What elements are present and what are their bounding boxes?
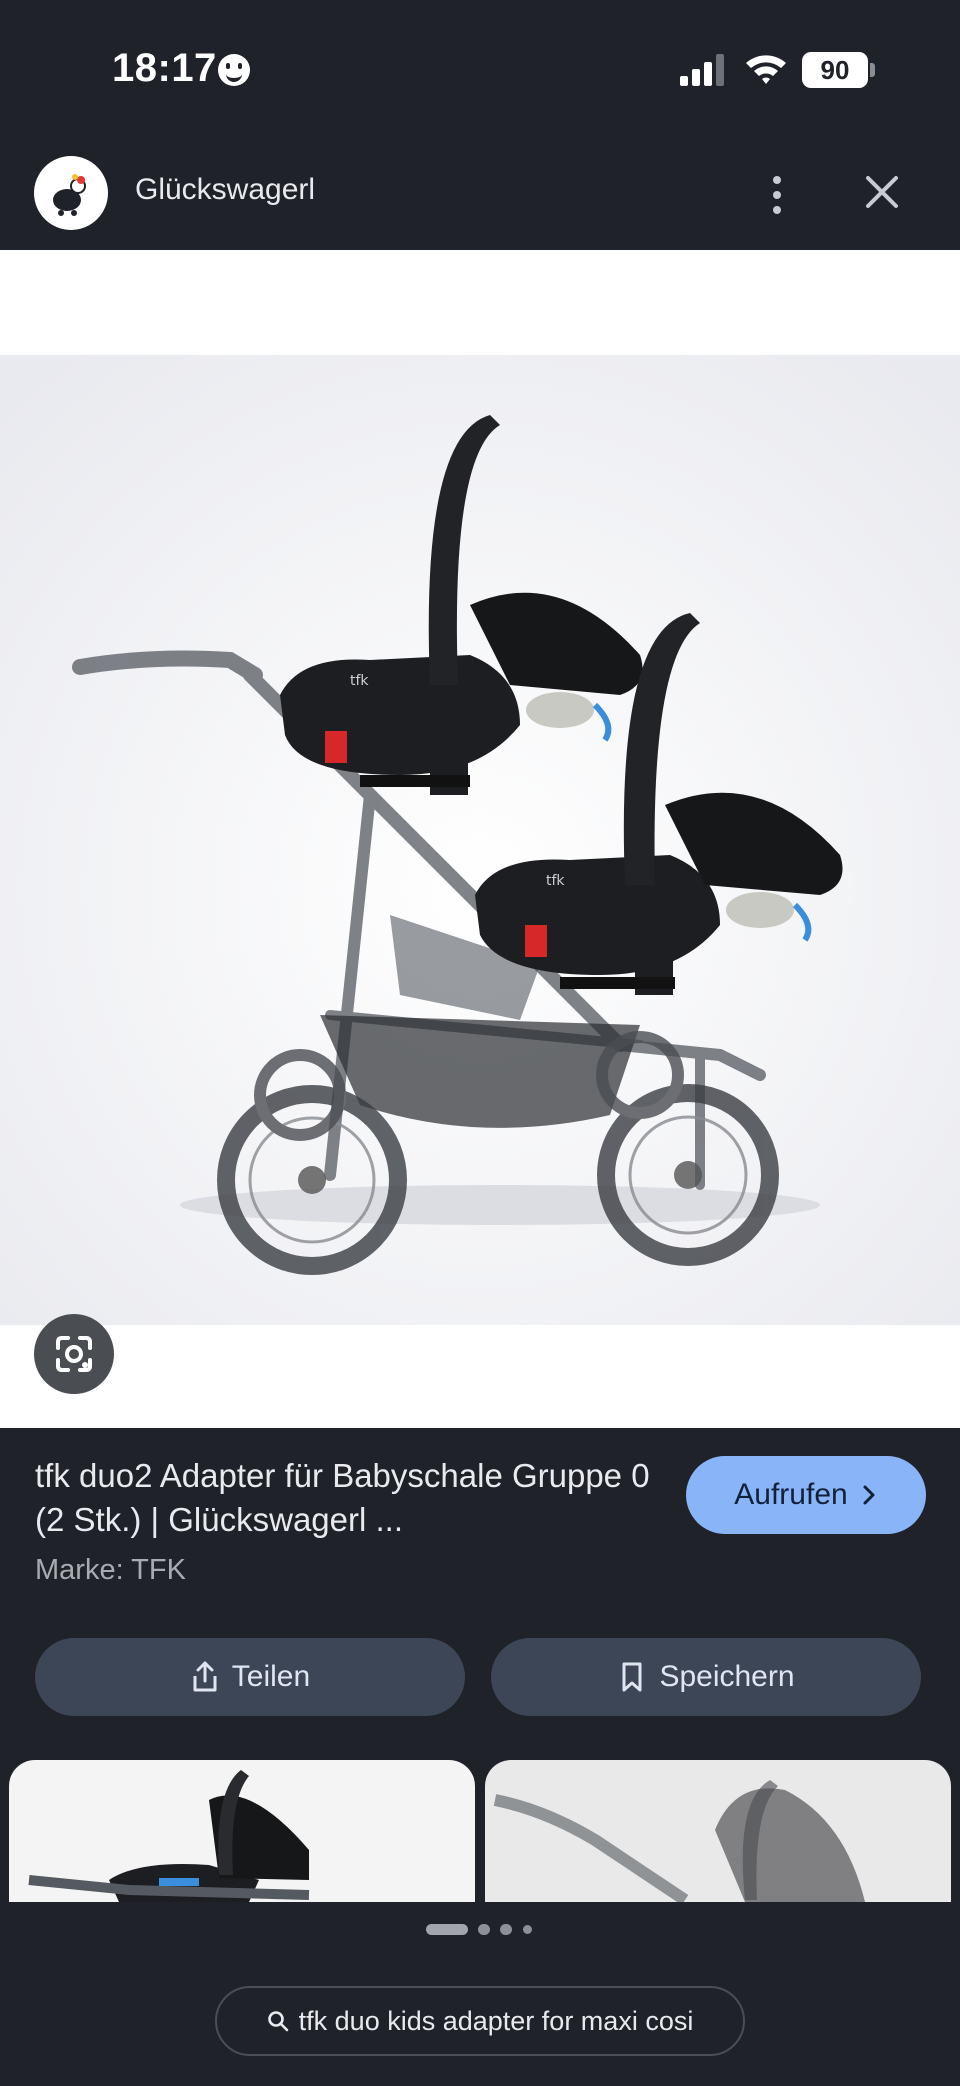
- wifi-icon: [746, 55, 786, 84]
- pagination-dots: [0, 1918, 960, 1940]
- smiley-icon: [218, 54, 250, 86]
- related-image-2[interactable]: [485, 1760, 951, 1902]
- site-name[interactable]: Glückswagerl: [135, 173, 315, 207]
- page-dot: [478, 1924, 490, 1935]
- save-label: Speichern: [659, 1660, 795, 1693]
- product-brand: Marke: TFK: [35, 1554, 186, 1586]
- search-icon: [267, 2011, 288, 2032]
- close-icon[interactable]: [860, 170, 904, 214]
- lens-button[interactable]: [34, 1314, 114, 1394]
- search-query-pill[interactable]: tfk duo kids adapter for maxi cosi: [215, 1986, 745, 2056]
- image-viewer[interactable]: tfk tfk: [0, 250, 960, 1428]
- save-button[interactable]: Speichern: [491, 1638, 921, 1716]
- page-dot: [523, 1925, 532, 1934]
- seat-logo-text-1: tfk: [350, 673, 369, 689]
- page-dot-active: [426, 1924, 468, 1935]
- product-image[interactable]: tfk tfk: [0, 355, 960, 1325]
- status-time: 18:17: [112, 46, 217, 90]
- page-dot: [500, 1924, 512, 1935]
- related-image-2-graphic: [493, 1780, 865, 1902]
- related-image-1-graphic: [28, 1770, 310, 1902]
- visit-label: Aufrufen: [734, 1478, 848, 1511]
- battery-indicator: 90: [802, 52, 868, 88]
- action-row: Teilen Speichern: [0, 1638, 960, 1718]
- site-header: Glückswagerl: [0, 140, 960, 250]
- product-title[interactable]: tfk duo2 Adapter für Babyschale Gruppe 0…: [35, 1454, 655, 1542]
- related-image-1[interactable]: [9, 1760, 475, 1902]
- logo-icon: [53, 174, 86, 216]
- chevron-right-icon: [863, 1485, 875, 1505]
- battery-tip: [870, 63, 875, 77]
- related-images: [0, 1760, 960, 1902]
- search-query: tfk duo kids adapter for maxi cosi: [298, 2005, 694, 2036]
- visit-button[interactable]: Aufrufen: [686, 1456, 926, 1534]
- share-label: Teilen: [231, 1660, 311, 1693]
- bookmark-icon: [622, 1662, 642, 1692]
- signal-icon: [680, 54, 724, 86]
- lens-icon: [56, 1336, 92, 1372]
- share-button[interactable]: Teilen: [35, 1638, 465, 1716]
- seat-logo-text-2: tfk: [546, 873, 565, 889]
- more-vert-icon[interactable]: [760, 172, 794, 218]
- status-bar: 18:17 90: [0, 0, 960, 140]
- share-icon: [193, 1661, 217, 1692]
- site-logo[interactable]: [34, 156, 108, 230]
